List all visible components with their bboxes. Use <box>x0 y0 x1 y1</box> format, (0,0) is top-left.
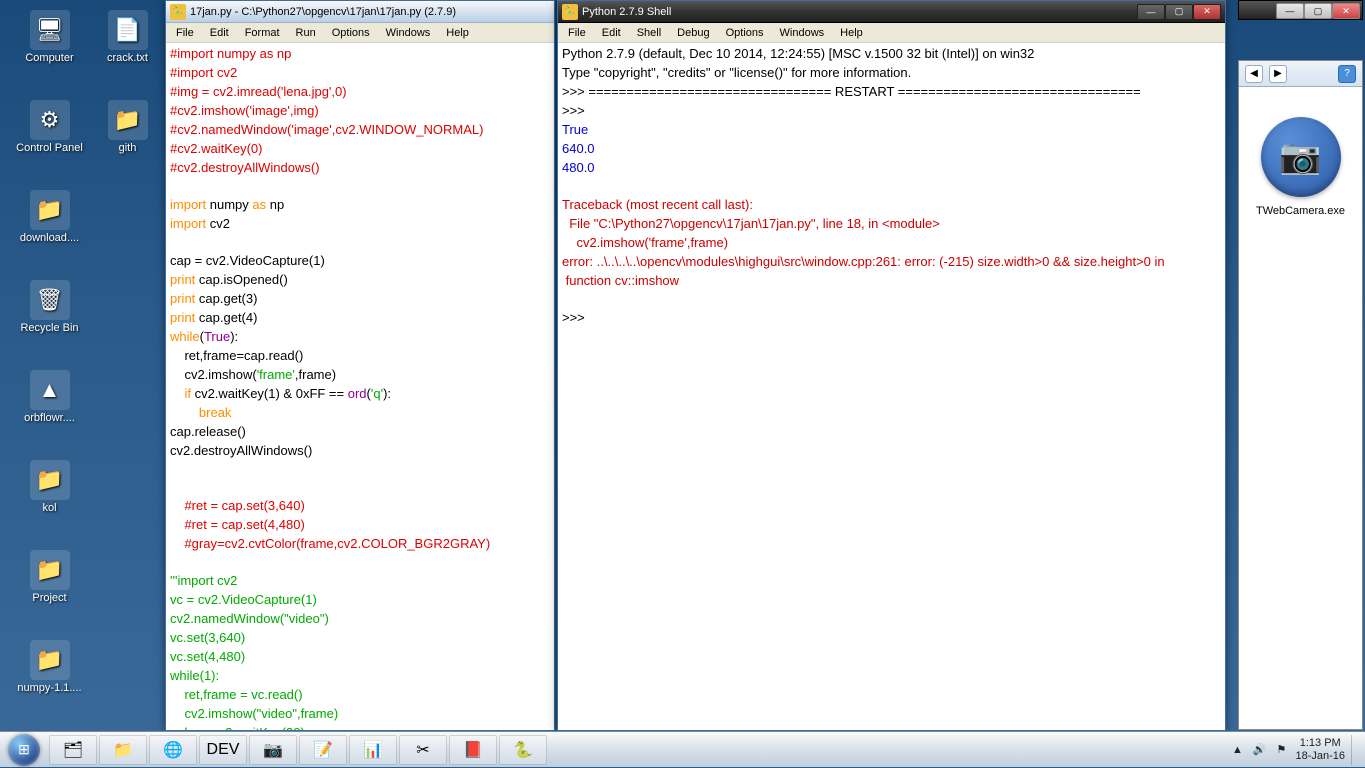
side-panel-content: 📷 TWebCamera.exe <box>1239 87 1362 217</box>
menu-item[interactable]: Windows <box>378 25 439 41</box>
tray-clock[interactable]: 1:13 PM 18-Jan-16 <box>1295 737 1345 761</box>
desktop-icon-glyph: 📁 <box>30 460 70 500</box>
menu-item[interactable]: File <box>168 25 202 41</box>
editor-code-area[interactable]: #import numpy as np #import cv2 #img = c… <box>166 43 554 730</box>
taskbar-button[interactable]: ✂ <box>399 735 447 765</box>
desktop-icon[interactable]: 📁 kol <box>12 460 87 514</box>
taskbar-button[interactable]: DEV <box>199 735 247 765</box>
editor-menubar: FileEditFormatRunOptionsWindowsHelp <box>166 23 554 43</box>
nav-forward-button[interactable]: ▶ <box>1269 65 1287 83</box>
menu-item[interactable]: Run <box>288 25 324 41</box>
python-shell-window: 🐍 Python 2.7.9 Shell — ▢ ✕ FileEditShell… <box>557 0 1226 731</box>
python-icon: 🐍 <box>170 4 186 20</box>
desktop-icon-label: Control Panel <box>12 142 87 154</box>
desktop-icon-label: numpy-1.1.... <box>12 682 87 694</box>
desktop-icon-label: download.... <box>12 232 87 244</box>
camera-label: TWebCamera.exe <box>1239 205 1362 217</box>
idle-editor-window: 🐍 17jan.py - C:\Python27\opgencv\17jan\1… <box>165 0 555 731</box>
tray-show-hidden-button[interactable]: ▲ <box>1229 742 1245 758</box>
python-icon: 🐍 <box>562 4 578 20</box>
bg-min-button[interactable]: — <box>1276 3 1304 19</box>
desktop[interactable]: — ▢ ✕ ◀ ▶ ? 📷 TWebCamera.exe 🖥 Computer 📄 c… <box>0 0 1365 767</box>
shell-max-button[interactable]: ▢ <box>1165 4 1193 20</box>
desktop-icon[interactable]: 📁 download.... <box>12 190 87 244</box>
windows-orb-icon <box>8 734 40 766</box>
taskbar-button[interactable]: 📷 <box>249 735 297 765</box>
taskbar-button[interactable]: 📕 <box>449 735 497 765</box>
taskbar-button[interactable]: 📝 <box>299 735 347 765</box>
taskbar: 🗂📁🌐DEV📷📝📊✂📕🐍 ▲ 🔊 ⚑ 1:13 PM 18-Jan-16 <box>0 731 1365 767</box>
shell-output-area[interactable]: Python 2.7.9 (default, Dec 10 2014, 12:2… <box>558 43 1225 730</box>
menu-item[interactable]: Format <box>237 25 288 41</box>
help-button[interactable]: ? <box>1338 65 1356 83</box>
menu-item[interactable]: Debug <box>669 25 717 41</box>
menu-item[interactable]: Windows <box>772 25 833 41</box>
menu-item[interactable]: Edit <box>202 25 237 41</box>
desktop-icon-glyph: 📁 <box>30 640 70 680</box>
menu-item[interactable]: Help <box>438 25 477 41</box>
start-button[interactable] <box>0 732 48 768</box>
desktop-icon[interactable]: 📁 numpy-1.1.... <box>12 640 87 694</box>
desktop-icon[interactable]: 📁 gith <box>90 100 165 154</box>
desktop-icon-label: crack.txt <box>90 52 165 64</box>
desktop-icon[interactable]: ▲ orbflowr.... <box>12 370 87 424</box>
taskbar-button[interactable]: 🗂 <box>49 735 97 765</box>
desktop-icon-glyph: ▲ <box>30 370 70 410</box>
camera-icon[interactable]: 📷 <box>1261 117 1341 197</box>
desktop-icon-glyph: 📄 <box>108 10 148 50</box>
desktop-icon-glyph: 🗑 <box>30 280 70 320</box>
tray-volume-icon[interactable]: 🔊 <box>1251 742 1267 758</box>
taskbar-button[interactable]: 📁 <box>99 735 147 765</box>
shell-menubar: FileEditShellDebugOptionsWindowsHelp <box>558 23 1225 43</box>
nav-back-button[interactable]: ◀ <box>1245 65 1263 83</box>
desktop-icon-label: Project <box>12 592 87 604</box>
desktop-icon-label: gith <box>90 142 165 154</box>
menu-item[interactable]: File <box>560 25 594 41</box>
desktop-icon-label: Computer <box>12 52 87 64</box>
editor-titlebar[interactable]: 🐍 17jan.py - C:\Python27\opgencv\17jan\1… <box>166 1 554 23</box>
desktop-icon-label: orbflowr.... <box>12 412 87 424</box>
shell-titlebar[interactable]: 🐍 Python 2.7.9 Shell — ▢ ✕ <box>558 1 1225 23</box>
desktop-icon-glyph: 🖥 <box>30 10 70 50</box>
tray-flag-icon[interactable]: ⚑ <box>1273 742 1289 758</box>
background-window: — ▢ ✕ <box>1238 0 1363 20</box>
show-desktop-button[interactable] <box>1351 735 1359 765</box>
menu-item[interactable]: Help <box>832 25 871 41</box>
desktop-icon-label: kol <box>12 502 87 514</box>
menu-item[interactable]: Edit <box>594 25 629 41</box>
menu-item[interactable]: Shell <box>629 25 669 41</box>
bg-close-button[interactable]: ✕ <box>1332 3 1360 19</box>
desktop-icon-label: Recycle Bin <box>12 322 87 334</box>
side-panel-toolbar: ◀ ▶ ? <box>1239 61 1362 87</box>
desktop-icon[interactable]: 📄 crack.txt <box>90 10 165 64</box>
system-tray: ▲ 🔊 ⚑ 1:13 PM 18-Jan-16 <box>1223 735 1365 765</box>
desktop-icon[interactable]: ⚙ Control Panel <box>12 100 87 154</box>
desktop-icon[interactable]: 🖥 Computer <box>12 10 87 64</box>
menu-item[interactable]: Options <box>718 25 772 41</box>
taskbar-button[interactable]: 🐍 <box>499 735 547 765</box>
shell-close-button[interactable]: ✕ <box>1193 4 1221 20</box>
shell-title: Python 2.7.9 Shell <box>582 6 1137 18</box>
editor-title: 17jan.py - C:\Python27\opgencv\17jan\17j… <box>190 6 550 18</box>
taskbar-button[interactable]: 📊 <box>349 735 397 765</box>
tray-time: 1:13 PM <box>1295 737 1345 749</box>
desktop-icon[interactable]: 📁 Project <box>12 550 87 604</box>
desktop-icon[interactable]: 🗑 Recycle Bin <box>12 280 87 334</box>
shell-min-button[interactable]: — <box>1137 4 1165 20</box>
desktop-icon-glyph: ⚙ <box>30 100 70 140</box>
menu-item[interactable]: Options <box>324 25 378 41</box>
taskbar-button[interactable]: 🌐 <box>149 735 197 765</box>
bg-max-button[interactable]: ▢ <box>1304 3 1332 19</box>
desktop-icon-glyph: 📁 <box>108 100 148 140</box>
desktop-icon-glyph: 📁 <box>30 550 70 590</box>
tray-date: 18-Jan-16 <box>1295 750 1345 762</box>
desktop-icon-glyph: 📁 <box>30 190 70 230</box>
side-panel-window: ◀ ▶ ? 📷 TWebCamera.exe <box>1238 60 1363 730</box>
